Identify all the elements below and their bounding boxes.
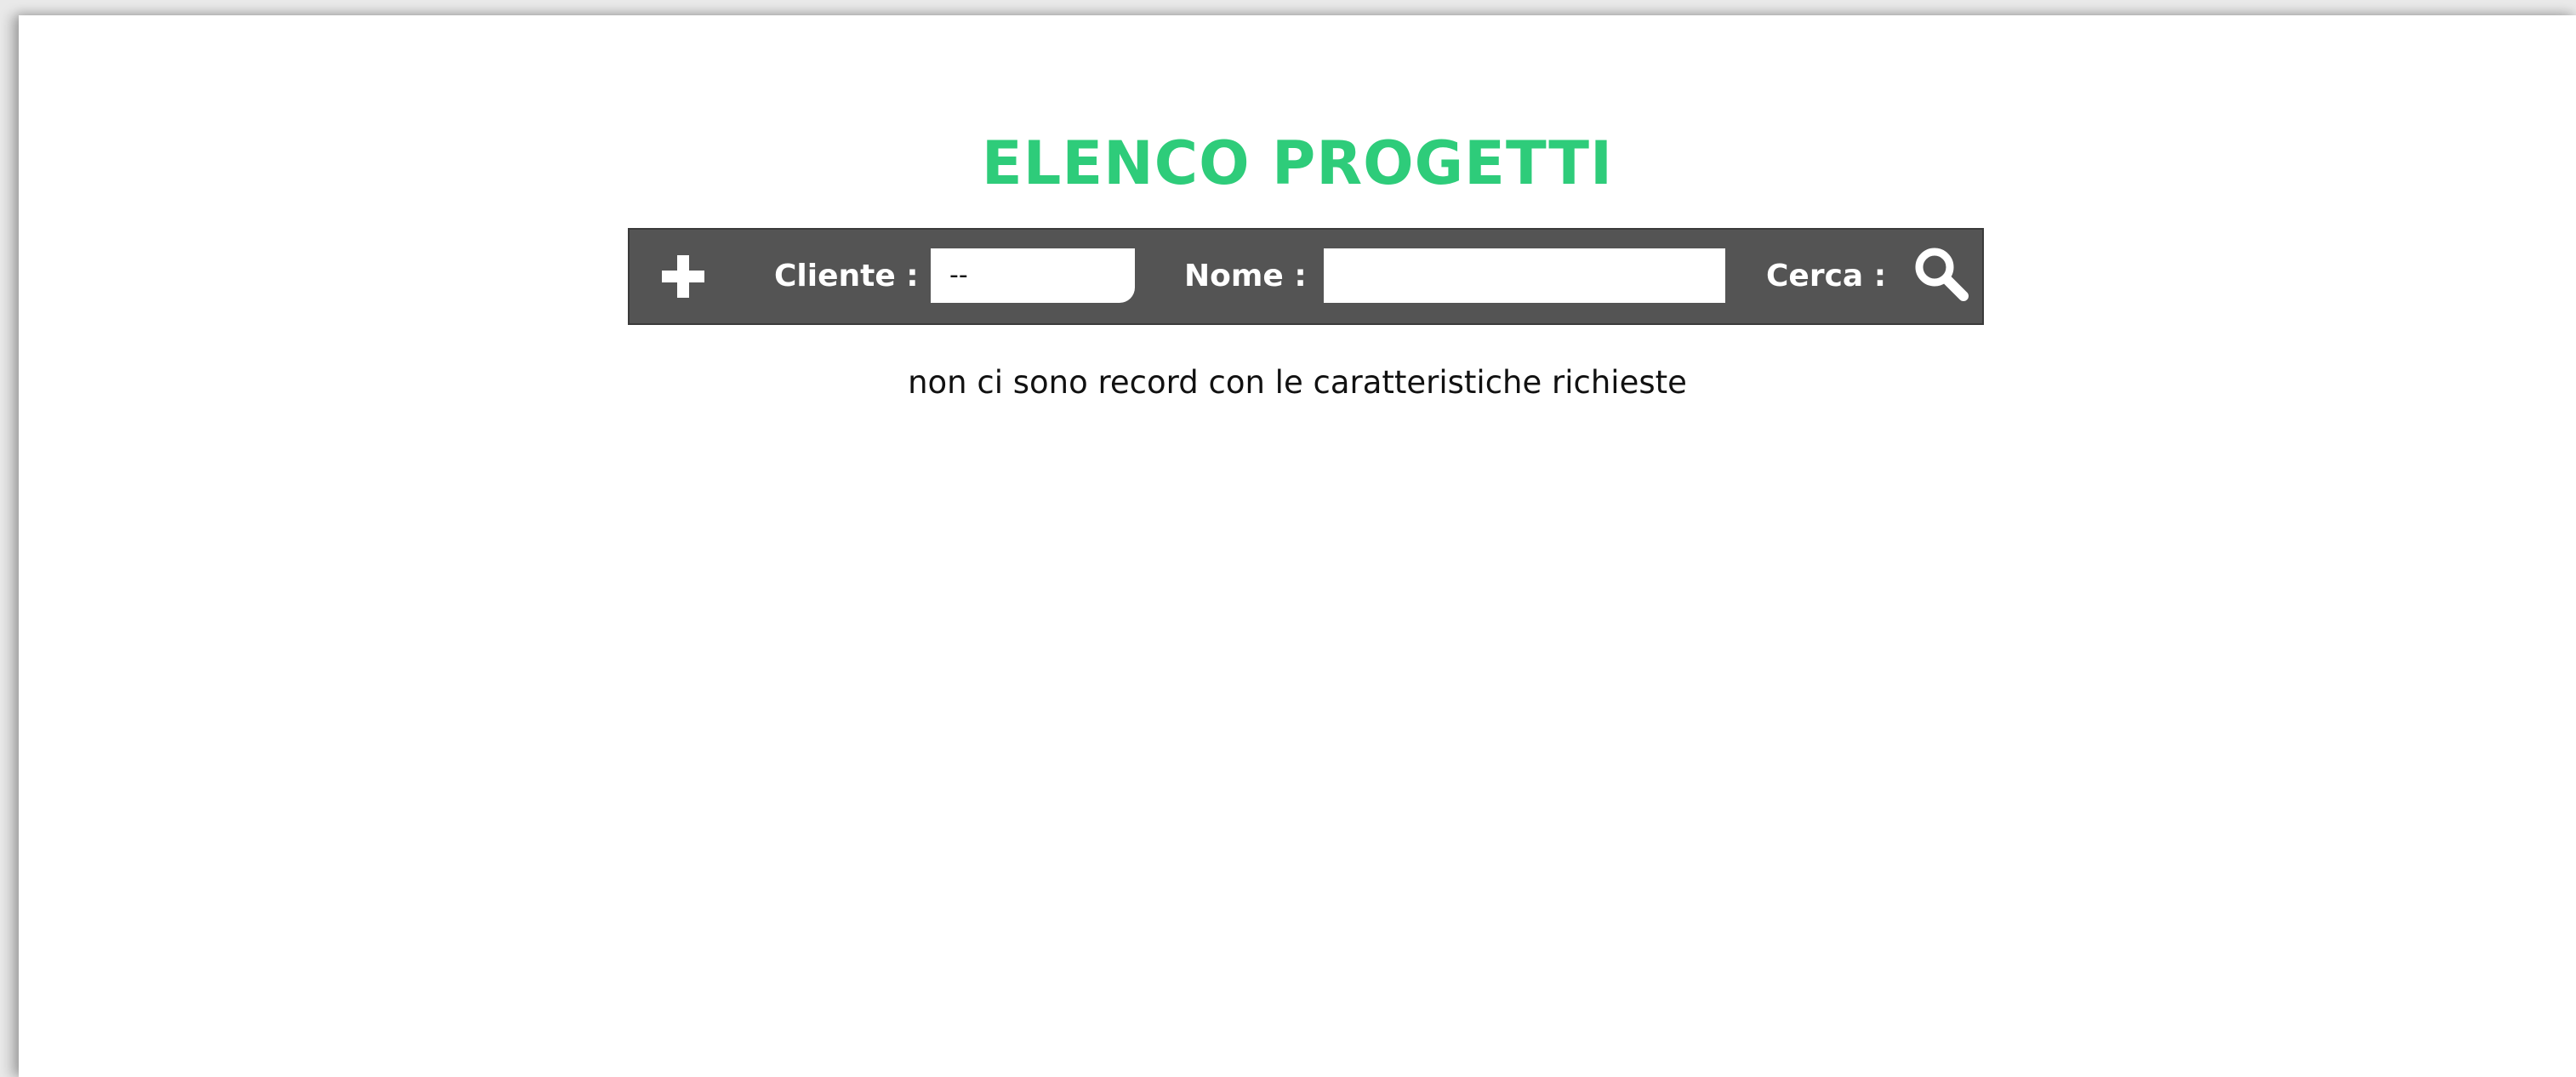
- plus-icon: [658, 252, 708, 301]
- cliente-select[interactable]: --: [931, 248, 1135, 303]
- search-icon: [1911, 243, 1972, 305]
- cerca-label: Cerca :: [1766, 259, 1887, 293]
- empty-results-message: non ci sono record con le caratteristich…: [908, 364, 1687, 401]
- add-project-button[interactable]: [658, 252, 708, 301]
- page-content: ELENCO PROGETTI Cliente : -- Nome : Cerc…: [19, 15, 2576, 1077]
- nome-label: Nome :: [1184, 259, 1307, 293]
- cliente-label: Cliente :: [774, 259, 919, 293]
- nome-input[interactable]: [1324, 248, 1725, 303]
- page-title: ELENCO PROGETTI: [981, 128, 1614, 198]
- search-button[interactable]: [1911, 243, 1972, 305]
- filter-toolbar: Cliente : -- Nome : Cerca :: [628, 228, 1984, 325]
